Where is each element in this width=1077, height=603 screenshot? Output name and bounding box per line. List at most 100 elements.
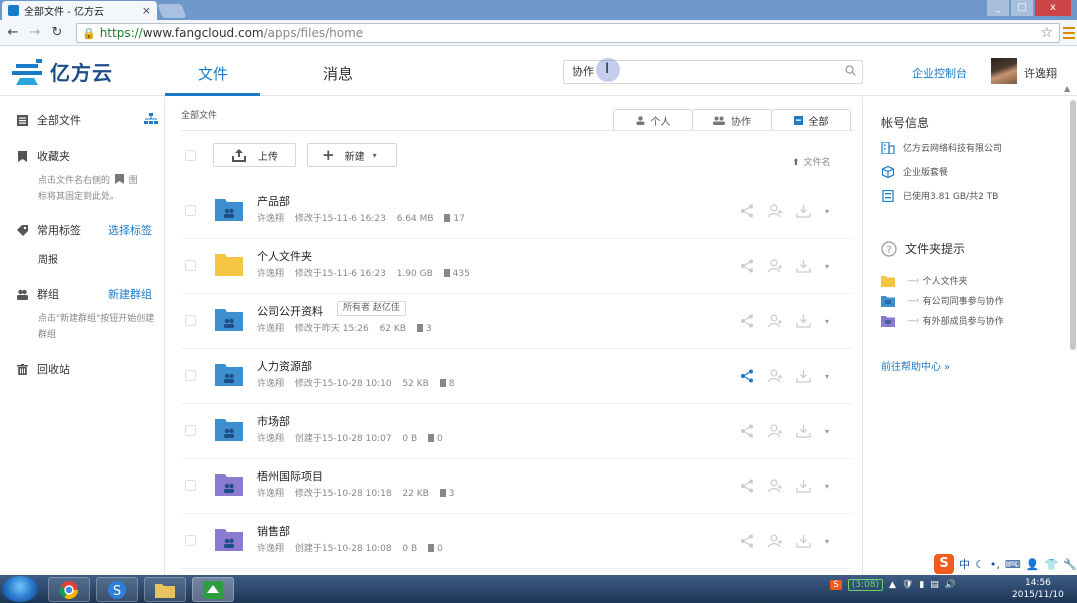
new-button[interactable]: + 新建 ▾	[307, 143, 397, 167]
share-icon[interactable]	[739, 479, 756, 493]
sogou-tray-icon[interactable]: S	[830, 580, 842, 590]
sogou-ime-icon[interactable]: S	[934, 554, 954, 574]
table-row[interactable]: 人力资源部 许逸翔 修改于15-10-28 10:10 52 KB 8 ▾	[181, 349, 853, 404]
table-row[interactable]: 产品部 许逸翔 修改于15-11-6 16:23 6.64 MB 17 ▾	[181, 184, 853, 239]
share-icon[interactable]	[739, 314, 756, 328]
battery-indicator[interactable]: (3:08)	[847, 579, 883, 591]
select-tags-link[interactable]: 选择标签	[108, 222, 152, 238]
download-icon[interactable]	[795, 369, 812, 383]
share-icon[interactable]	[739, 369, 756, 383]
invite-collaborator-icon[interactable]	[767, 369, 784, 383]
share-icon[interactable]	[739, 204, 756, 218]
chevron-down-icon[interactable]: ▾	[825, 482, 829, 491]
row-checkbox[interactable]	[185, 315, 196, 326]
search-icon[interactable]	[845, 65, 856, 76]
invite-collaborator-icon[interactable]	[767, 314, 784, 328]
new-tab-button[interactable]	[157, 4, 187, 18]
volume-icon[interactable]: 🔊	[945, 580, 956, 590]
tray-expand-icon[interactable]: ▲	[889, 580, 896, 590]
security-icon[interactable]: 🛡	[902, 580, 913, 590]
vertical-scrollbar[interactable]	[1070, 100, 1076, 350]
share-icon[interactable]	[739, 259, 756, 273]
bookmark-star-icon[interactable]: ☆	[1040, 25, 1053, 41]
avatar[interactable]	[991, 58, 1017, 84]
back-arrow-icon[interactable]: ←	[4, 25, 22, 40]
download-icon[interactable]	[795, 534, 812, 548]
minimize-button[interactable]: _	[987, 0, 1009, 16]
chevron-down-icon[interactable]: ▾	[825, 372, 829, 381]
sidebar-item-favorites[interactable]: 收藏夹	[0, 148, 165, 164]
row-checkbox[interactable]	[185, 205, 196, 216]
chevron-down-icon[interactable]: ▾	[825, 427, 829, 436]
sidebar-item-all-files[interactable]: 全部文件	[0, 112, 165, 128]
chevron-down-icon[interactable]: ▾	[825, 207, 829, 216]
forward-arrow-icon[interactable]: →	[26, 25, 44, 40]
browser-tab[interactable]: 全部文件 - 亿方云 ×	[2, 1, 157, 20]
scroll-up-arrow-icon[interactable]: ▲	[1064, 84, 1070, 93]
tab-messages[interactable]: 消息	[323, 63, 353, 84]
download-icon[interactable]	[795, 259, 812, 273]
tag-item-weekly-report[interactable]: 周报	[38, 251, 58, 266]
taskbar-sogou[interactable]: S	[96, 577, 138, 602]
filter-tab-collab[interactable]: 协作	[692, 109, 772, 131]
browser-menu-icon[interactable]	[1063, 24, 1075, 40]
chevron-down-icon[interactable]: ▾	[825, 537, 829, 546]
clock[interactable]: 14:56 2015/11/10	[1012, 577, 1064, 601]
download-icon[interactable]	[795, 314, 812, 328]
invite-collaborator-icon[interactable]	[767, 259, 784, 273]
username[interactable]: 许逸翔	[1024, 65, 1057, 81]
filter-tab-all[interactable]: 全部	[771, 109, 851, 131]
tab-files[interactable]: 文件	[198, 63, 228, 84]
breadcrumb[interactable]: 全部文件	[181, 108, 217, 121]
keyboard-icon[interactable]: ⌨	[1005, 558, 1021, 571]
row-checkbox[interactable]	[185, 260, 196, 271]
org-tree-icon[interactable]	[144, 113, 158, 125]
taskbar-chrome[interactable]	[48, 577, 90, 602]
close-tab-icon[interactable]: ×	[142, 4, 151, 17]
row-checkbox[interactable]	[185, 370, 196, 381]
download-icon[interactable]	[795, 479, 812, 493]
logo[interactable]: 亿方云	[12, 57, 113, 86]
download-icon[interactable]	[795, 204, 812, 218]
user-icon[interactable]: 👤	[1026, 558, 1040, 571]
table-row[interactable]: 梧州国际项目 许逸翔 修改于15-10-28 10:18 22 KB 3 ▾	[181, 459, 853, 514]
start-button[interactable]	[2, 576, 38, 602]
table-row[interactable]: 公司公开资料 所有者 赵亿佳 许逸翔 修改于昨天 15:26 62 KB 3 ▾	[181, 294, 853, 349]
ime-mode-chinese[interactable]: 中	[959, 556, 970, 572]
file-name[interactable]: 人力资源部	[257, 358, 312, 374]
file-name[interactable]: 产品部	[257, 193, 290, 209]
shirt-icon[interactable]: 👕	[1044, 558, 1058, 571]
row-checkbox[interactable]	[185, 425, 196, 436]
share-icon[interactable]	[739, 424, 756, 438]
sidebar-item-trash[interactable]: 回收站	[0, 361, 165, 377]
file-name[interactable]: 销售部	[257, 523, 290, 539]
invite-collaborator-icon[interactable]	[767, 479, 784, 493]
reload-icon[interactable]: ↻	[48, 25, 66, 40]
moon-icon[interactable]: ☾	[975, 558, 985, 571]
url-bar[interactable]: 🔒 https://www.fangcloud.com/apps/files/h…	[76, 23, 1060, 43]
file-name[interactable]: 个人文件夹	[257, 248, 312, 264]
table-row[interactable]: 市场部 许逸翔 创建于15-10-28 10:07 0 B 0 ▾	[181, 404, 853, 459]
share-icon[interactable]	[739, 534, 756, 548]
invite-collaborator-icon[interactable]	[767, 424, 784, 438]
close-window-button[interactable]: x	[1035, 0, 1071, 16]
invite-collaborator-icon[interactable]	[767, 534, 784, 548]
battery-icon[interactable]: ▮	[919, 580, 924, 590]
download-icon[interactable]	[795, 424, 812, 438]
sort-by-name[interactable]: ⬆ 文件名	[792, 155, 831, 168]
upload-button[interactable]: 上传	[213, 143, 296, 167]
taskbar-fangcloud[interactable]	[192, 577, 234, 602]
network-icon[interactable]: ▤	[930, 580, 939, 590]
maximize-button[interactable]: □	[1011, 0, 1033, 16]
table-row[interactable]: 个人文件夹 许逸翔 修改于15-11-6 16:23 1.90 GB 435 ▾	[181, 239, 853, 294]
row-checkbox[interactable]	[185, 535, 196, 546]
new-group-link[interactable]: 新建群组	[108, 286, 152, 302]
file-name[interactable]: 公司公开资料	[257, 303, 323, 319]
chevron-down-icon[interactable]: ▾	[825, 317, 829, 326]
taskbar-file-explorer[interactable]	[144, 577, 186, 602]
punctuation-icon[interactable]: •,	[990, 558, 1000, 571]
file-name[interactable]: 梧州国际项目	[257, 468, 323, 484]
invite-collaborator-icon[interactable]	[767, 204, 784, 218]
row-checkbox[interactable]	[185, 480, 196, 491]
chevron-down-icon[interactable]: ▾	[825, 262, 829, 271]
